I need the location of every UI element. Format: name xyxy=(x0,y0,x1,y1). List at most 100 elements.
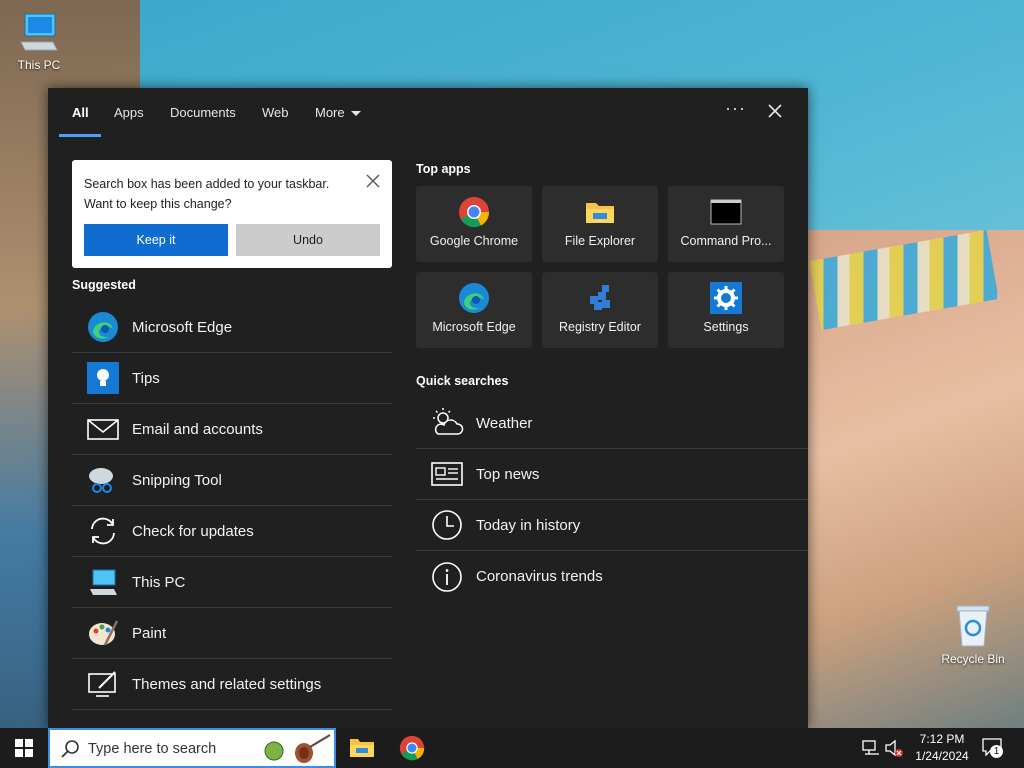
quick-search-top-news[interactable]: Top news xyxy=(416,449,808,500)
this-pc-label: This PC xyxy=(17,58,61,72)
toast-message-line2: Want to keep this change? xyxy=(84,197,232,211)
suggested-item-label: Check for updates xyxy=(132,522,254,540)
suggested-item-snipping-tool[interactable]: Snipping Tool xyxy=(72,455,392,506)
refresh-icon xyxy=(86,514,120,548)
this-pc-icon xyxy=(20,13,58,51)
clock-icon xyxy=(430,508,464,542)
toast-message: Search box has been added to your taskba… xyxy=(84,174,354,214)
edge-icon xyxy=(459,283,489,313)
quick-search-label: Today in history xyxy=(476,516,581,534)
tab-more-label: More xyxy=(315,105,345,120)
news-icon xyxy=(430,457,464,491)
clock-time: 7:12 PM xyxy=(919,732,965,746)
app-tile-google-chrome[interactable]: Google Chrome xyxy=(416,186,532,262)
windows-logo-icon xyxy=(15,739,33,757)
suggested-title: Suggested xyxy=(72,278,136,292)
tips-icon xyxy=(86,361,120,395)
suggested-item-label: Themes and related settings xyxy=(132,675,322,693)
active-tab-indicator xyxy=(59,134,101,137)
taskbar-clock[interactable]: 7:12 PM 1/24/2024 xyxy=(904,731,980,765)
this-pc-icon xyxy=(86,565,120,599)
keep-it-button[interactable]: Keep it xyxy=(84,224,228,256)
search-tabs: All Apps Documents Web More ··· xyxy=(48,88,808,138)
snipping-tool-icon xyxy=(86,463,120,497)
suggested-list: Microsoft Edge Tips Email and accounts S… xyxy=(72,302,392,710)
app-tile-label: File Explorer xyxy=(564,234,636,248)
quick-search-label: Top news xyxy=(476,465,540,483)
tab-apps[interactable]: Apps xyxy=(114,105,144,120)
app-tile-label: Microsoft Edge xyxy=(432,320,516,334)
taskbar-file-explorer[interactable] xyxy=(338,728,386,768)
quick-search-label: Coronavirus trends xyxy=(476,568,603,585)
tab-documents[interactable]: Documents xyxy=(170,105,236,120)
taskbar-search-toast: Search box has been added to your taskba… xyxy=(72,160,392,268)
toast-message-line1: Search box has been added to your taskba… xyxy=(84,177,330,191)
quick-search-label: Weather xyxy=(476,414,533,432)
folder-icon xyxy=(586,203,614,223)
suggested-item-paint[interactable]: Paint xyxy=(72,608,392,659)
app-tile-label: Registry Editor xyxy=(559,320,641,334)
taskbar-search-box[interactable]: Type here to search xyxy=(48,728,336,768)
suggested-item-label: Email and accounts xyxy=(132,420,263,438)
quick-searches-list: Weather Top news Today in history Corona… xyxy=(416,398,808,602)
tab-web[interactable]: Web xyxy=(262,105,289,120)
app-tile-label: Google Chrome xyxy=(429,234,519,248)
quick-search-weather[interactable]: Weather xyxy=(416,398,808,449)
suggested-item-email-and-accounts[interactable]: Email and accounts xyxy=(72,404,392,455)
weather-icon xyxy=(430,406,464,440)
quick-search-today-in-history[interactable]: Today in history xyxy=(416,500,808,551)
app-tile-command-prompt[interactable]: Command Pro... xyxy=(668,186,784,262)
cmd-icon xyxy=(710,199,742,225)
chrome-icon xyxy=(399,735,425,761)
suggested-item-label: Tips xyxy=(132,369,160,387)
undo-button[interactable]: Undo xyxy=(236,224,380,256)
recycle-bin-label: Recycle Bin xyxy=(941,652,1005,666)
suggested-item-label: This PC xyxy=(132,573,186,591)
suggested-item-label: Microsoft Edge xyxy=(132,318,233,336)
folder-icon xyxy=(350,739,374,757)
tab-all[interactable]: All xyxy=(72,105,89,120)
app-tile-settings[interactable]: Settings xyxy=(668,272,784,348)
themes-icon xyxy=(86,667,120,701)
search-highlight-illustration xyxy=(264,734,331,763)
recycle-bin-icon xyxy=(956,605,990,647)
desktop-icon-this-pc[interactable]: This PC xyxy=(4,10,74,72)
gear-icon xyxy=(710,282,742,314)
notification-count-badge: 1 xyxy=(990,745,1003,758)
info-icon xyxy=(430,560,464,594)
clock-date: 1/24/2024 xyxy=(915,749,969,763)
search-flyout: All Apps Documents Web More ··· Search b… xyxy=(48,88,808,728)
taskbar-google-chrome[interactable] xyxy=(388,728,436,768)
suggested-item-tips[interactable]: Tips xyxy=(72,353,392,404)
desktop-icon-recycle-bin[interactable]: Recycle Bin xyxy=(938,602,1008,666)
network-icon[interactable] xyxy=(862,740,880,756)
suggested-item-label: Paint xyxy=(132,624,167,642)
suggested-item-themes[interactable]: Themes and related settings xyxy=(72,659,392,710)
search-icon xyxy=(61,740,79,758)
app-tile-label: Settings xyxy=(703,320,749,334)
suggested-item-this-pc[interactable]: This PC xyxy=(72,557,392,608)
app-tile-registry-editor[interactable]: Registry Editor xyxy=(542,272,658,348)
suggested-item-microsoft-edge[interactable]: Microsoft Edge xyxy=(72,302,392,353)
edge-icon xyxy=(86,310,120,344)
chevron-down-icon xyxy=(350,111,361,117)
registry-icon xyxy=(590,285,610,310)
chrome-icon xyxy=(459,197,490,228)
quick-searches-title: Quick searches xyxy=(416,374,509,388)
paint-icon xyxy=(86,616,120,650)
app-tile-file-explorer[interactable]: File Explorer xyxy=(542,186,658,262)
quick-search-coronavirus-trends[interactable]: Coronavirus trends xyxy=(416,551,808,602)
action-center-button[interactable]: 1 xyxy=(982,738,1004,758)
toast-close-icon[interactable] xyxy=(366,174,380,188)
volume-muted-icon[interactable] xyxy=(884,739,904,757)
more-options-icon[interactable]: ··· xyxy=(725,98,746,119)
suggested-item-check-for-updates[interactable]: Check for updates xyxy=(72,506,392,557)
suggested-item-label: Snipping Tool xyxy=(132,471,222,489)
taskbar: Type here to search 7:12 PM 1/24/2024 1 xyxy=(0,728,1024,768)
tab-more[interactable]: More xyxy=(315,105,361,120)
start-button[interactable] xyxy=(0,728,48,768)
app-tile-microsoft-edge[interactable]: Microsoft Edge xyxy=(416,272,532,348)
search-placeholder: Type here to search xyxy=(88,741,217,757)
close-icon[interactable] xyxy=(766,102,784,120)
app-tile-label: Command Pro... xyxy=(680,234,772,248)
